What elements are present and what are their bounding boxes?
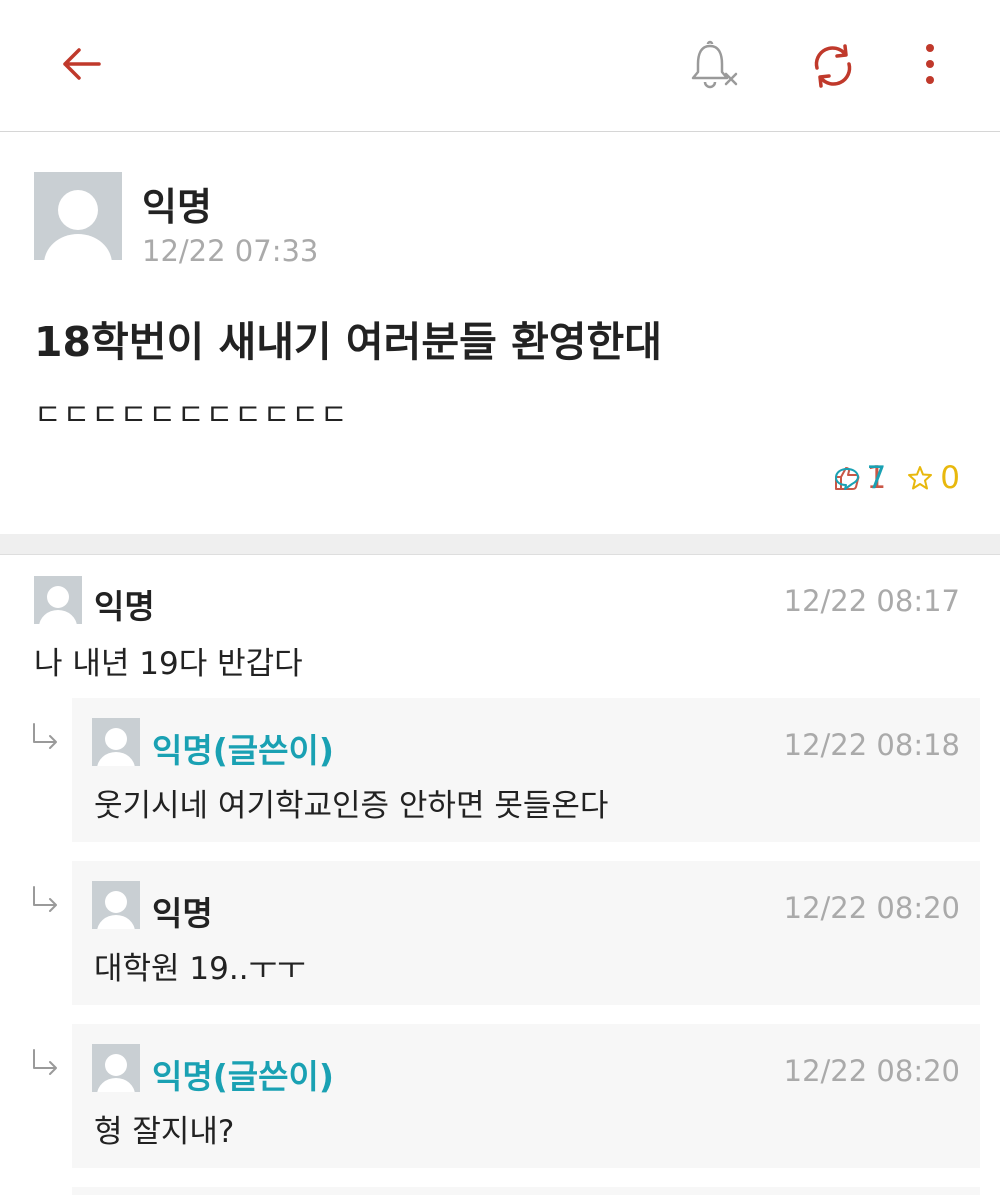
comment-item: 익명 12/22 08:17 나 내년 19다 반갑다 [0, 556, 1000, 696]
arrow-left-icon [63, 48, 101, 80]
reply-item-partial [72, 1187, 980, 1195]
comment-timestamp: 12/22 08:20 [783, 1054, 960, 1088]
section-divider [0, 534, 1000, 555]
reply-item: 익명 12/22 08:20 대학원 19..ㅜㅜ [72, 861, 980, 1005]
default-avatar-icon [34, 576, 82, 624]
more-options-button[interactable] [910, 38, 950, 94]
default-avatar-icon [34, 172, 122, 260]
top-bar [0, 0, 1000, 132]
comment-text: 웃기시네 여기학교인증 안하면 못들온다 [94, 788, 609, 824]
refresh-button[interactable] [805, 38, 861, 94]
comment-text: 대학원 19..ㅜㅜ [94, 951, 306, 987]
post-author: 익명 [142, 185, 212, 229]
comment-text: 나 내년 19다 반갑다 [34, 646, 303, 682]
notification-toggle-button[interactable] [688, 38, 744, 94]
post-stats: 1 7 0 [833, 458, 960, 498]
comment-count: 7 [833, 460, 1000, 496]
post-title: 18학번이 새내기 여러분들 환영한대 [34, 318, 662, 366]
bell-off-icon [691, 40, 738, 89]
reply-item: 익명(글쓴이) 12/22 08:20 형 잘지내? [72, 1024, 980, 1168]
reply-arrow-icon [33, 1049, 57, 1075]
comment-author: 익명(글쓴이) [152, 1057, 334, 1096]
refresh-icon [814, 44, 852, 88]
reply-item: 익명(글쓴이) 12/22 08:18 웃기시네 여기학교인증 안하면 못들온다 [72, 698, 980, 842]
avatar [34, 576, 82, 624]
post-timestamp: 12/22 07:33 [142, 234, 319, 268]
comment-author: 익명 [94, 587, 155, 626]
avatar [92, 881, 140, 929]
default-avatar-icon [92, 881, 140, 929]
comment-text: 형 잘지내? [94, 1114, 235, 1150]
comment-bubble-icon [834, 468, 859, 490]
comment-author: 익명 [152, 894, 213, 933]
default-avatar-icon [92, 1044, 140, 1092]
default-avatar-icon [92, 718, 140, 766]
avatar [92, 1044, 140, 1092]
post-article: 익명 12/22 07:33 18학번이 새내기 여러분들 환영한대 ㄷㄷㄷㄷㄷ… [0, 132, 1000, 534]
back-button[interactable] [55, 38, 107, 90]
post-body: ㄷㄷㄷㄷㄷㄷㄷㄷㄷㄷㄷ [34, 398, 349, 433]
comment-timestamp: 12/22 08:17 [783, 584, 960, 618]
avatar [34, 172, 122, 260]
reply-arrow-icon [33, 723, 57, 749]
more-vertical-icon [926, 44, 934, 84]
avatar [92, 718, 140, 766]
comment-timestamp: 12/22 08:18 [783, 728, 960, 762]
comment-timestamp: 12/22 08:20 [783, 891, 960, 925]
comment-author: 익명(글쓴이) [152, 731, 334, 770]
comment-count-value: 7 [866, 460, 887, 496]
reply-arrow-icon [33, 886, 57, 912]
